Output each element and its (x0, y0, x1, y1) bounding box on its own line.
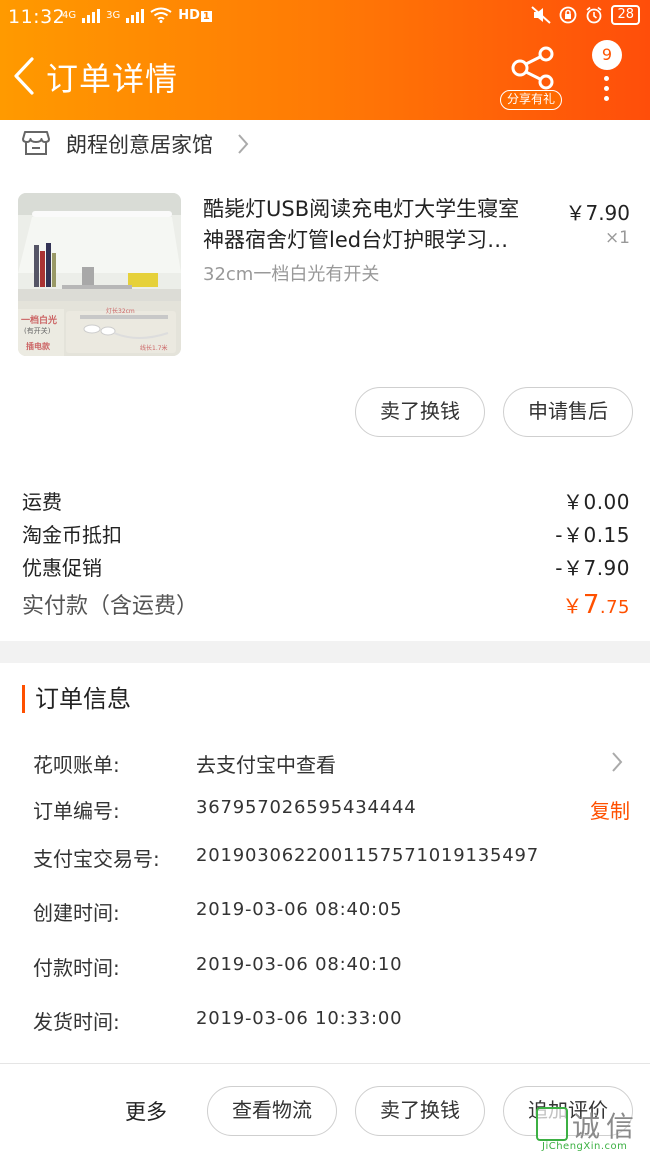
ship-time-row: 发货时间: 2019-03-06 10:33:00 (33, 1006, 630, 1036)
actual-paid-value: ￥7.75 (562, 590, 630, 620)
status-time: 11:32 (8, 6, 66, 28)
back-arrow-icon (14, 57, 34, 95)
more-menu-button[interactable]: 9 (592, 40, 622, 101)
actual-paid-label: 实付款（含运费） (22, 594, 199, 619)
net-4g-label: 4G (62, 9, 77, 21)
watermark-url: JiChengXin.com (542, 1141, 628, 1152)
lock-rotation-icon (560, 6, 577, 24)
product-title[interactable]: 酷毙灯USB阅读充电灯大学生寝室 神器宿舍灯管led台灯护眼学习… (203, 194, 553, 256)
mute-icon (531, 6, 552, 24)
coin-deduction-value: -￥0.15 (555, 523, 630, 547)
payment-time-label: 付款时间: (33, 956, 120, 980)
watermark-char-1: 诚 (572, 1110, 601, 1143)
product-price: ￥7.90 (565, 201, 630, 225)
order-number-value: 367957026595434444 (196, 797, 417, 818)
more-actions-button[interactable]: 更多 (125, 1096, 167, 1126)
huabei-bill-row[interactable]: 花呗账单: 去支付宝中查看 (33, 749, 630, 779)
alipay-trade-label: 支付宝交易号: (33, 847, 160, 871)
product-title-line-2: 神器宿舍灯管led台灯护眼学习… (203, 228, 509, 252)
product-quantity: ×1 (604, 228, 630, 248)
section-divider (0, 641, 650, 663)
back-button[interactable] (10, 56, 40, 96)
app-header: 11:32 4G 3G HD 1 28 订单详情 分享有礼 9 (0, 0, 650, 120)
alipay-trade-row: 支付宝交易号: 2019030622001157571019135497 (33, 843, 630, 873)
watermark-char-2: 信 (606, 1110, 635, 1143)
coin-deduction-label: 淘金币抵扣 (22, 523, 122, 547)
signal-icon-2 (126, 7, 145, 23)
share-button[interactable]: 分享有礼 (500, 44, 566, 110)
product-image-dim-2: 线长1.7米 (140, 345, 168, 352)
shipping-fee-value: ￥0.00 (562, 490, 630, 514)
order-number-label: 订单编号: (33, 799, 120, 823)
created-time-row: 创建时间: 2019-03-06 08:40:05 (33, 897, 630, 927)
signal-icon (82, 7, 101, 23)
order-info-title: 订单信息 (22, 685, 131, 713)
product-image-tag-2: (有开关) (24, 327, 51, 335)
chevron-right-icon (612, 752, 623, 772)
page-title: 订单详情 (46, 60, 179, 98)
watermark-logo (536, 1107, 568, 1141)
product-sku: 32cm一档白光有开关 (203, 264, 380, 285)
order-number-row: 订单编号: 367957026595434444 复制 (33, 795, 630, 825)
site-watermark: 诚 信 JiChengXin.com (532, 1105, 650, 1155)
alipay-trade-value: 2019030622001157571019135497 (196, 845, 540, 866)
battery-indicator: 28 (611, 5, 640, 25)
product-title-line-1: 酷毙灯USB阅读充电灯大学生寝室 (203, 197, 520, 221)
status-bar: 11:32 4G 3G HD 1 28 (0, 0, 650, 34)
coin-deduction-row: 淘金币抵扣 -￥0.15 (22, 519, 630, 547)
shop-icon (22, 131, 50, 155)
wifi-icon (150, 7, 172, 23)
created-time-value: 2019-03-06 08:40:05 (196, 899, 403, 920)
huabei-bill-label: 花呗账单: (33, 753, 120, 777)
shipping-fee-label: 运费 (22, 490, 62, 514)
product-image-tag-1: 一档白光 (21, 316, 58, 326)
after-sales-button[interactable]: 申请售后 (503, 387, 633, 437)
product-image-dim-1: 灯长32cm (106, 308, 135, 315)
promotion-row: 优惠促销 -￥7.90 (22, 552, 630, 580)
promotion-value: -￥7.90 (555, 556, 630, 580)
copy-order-number-button[interactable]: 复制 (590, 795, 630, 824)
shop-name: 朗程创意居家馆 (66, 133, 213, 157)
product-image[interactable]: 一档白光 (有开关) 插电款 灯长32cm 线长1.7米 (18, 193, 181, 356)
resell-button[interactable]: 卖了换钱 (355, 387, 485, 437)
view-logistics-button[interactable]: 查看物流 (207, 1086, 337, 1136)
chevron-right-icon (238, 134, 249, 154)
created-time-label: 创建时间: (33, 901, 120, 925)
ship-time-value: 2019-03-06 10:33:00 (196, 1008, 403, 1029)
payment-time-row: 付款时间: 2019-03-06 08:40:10 (33, 952, 630, 982)
alarm-icon (586, 6, 602, 24)
share-icon (511, 46, 554, 90)
promotion-label: 优惠促销 (22, 556, 102, 580)
product-image-tag-3: 插电款 (26, 342, 50, 351)
shop-row[interactable]: 朗程创意居家馆 (0, 120, 650, 168)
actual-paid-row: 实付款（含运费） ￥7.75 (22, 588, 630, 624)
hd-label: HD 1 (178, 7, 212, 23)
more-dots-icon (604, 76, 610, 106)
resell-footer-button[interactable]: 卖了换钱 (355, 1086, 485, 1136)
payment-time-value: 2019-03-06 08:40:10 (196, 954, 403, 975)
ship-time-label: 发货时间: (33, 1010, 120, 1034)
message-badge: 9 (592, 40, 622, 70)
status-right-icons: 28 (531, 5, 640, 25)
shipping-fee-row: 运费 ￥0.00 (22, 486, 630, 514)
huabei-bill-value: 去支付宝中查看 (196, 753, 336, 777)
network-indicators: 4G 3G HD 1 (62, 7, 212, 23)
share-gift-label: 分享有礼 (500, 90, 562, 110)
net-3g-label: 3G (106, 9, 121, 21)
